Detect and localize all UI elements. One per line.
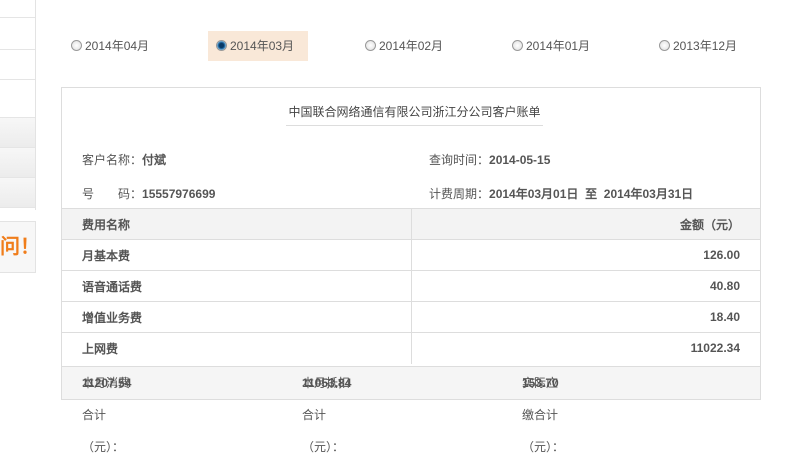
due-label: 实际应缴合计（元）： xyxy=(522,376,565,454)
phone-number: 号 码：15557976699 xyxy=(82,185,215,202)
consume-label: 本月消费合计（元）： xyxy=(82,376,131,454)
header-amount: 金额（元） xyxy=(410,208,760,240)
table-row: 上网费 11022.34 xyxy=(62,332,760,364)
sidebar-item[interactable] xyxy=(0,0,35,18)
month-label: 2014年04月 xyxy=(85,39,150,53)
query-value: 2014-05-15 xyxy=(489,153,551,167)
period-to: 至 xyxy=(585,187,598,201)
totals-bar: 本月消费合计（元）： 11207.54 本月抵扣合计（元）： 11053.84 实际… xyxy=(62,366,760,454)
radio-icon[interactable] xyxy=(365,40,376,51)
customer-name: 客户名称：付斌 xyxy=(82,151,166,168)
month-radio-2014-04[interactable]: 2014年04月 xyxy=(63,31,157,61)
number-label: 号 码： xyxy=(82,187,143,201)
period-label: 计费周期： xyxy=(429,187,490,201)
radio-icon[interactable] xyxy=(512,40,523,51)
sidebar-item[interactable] xyxy=(0,178,35,208)
fee-name: 增值业务费 xyxy=(62,301,411,333)
total-due: 实际应缴合计（元）： 153.70 xyxy=(522,367,564,454)
fee-table: 费用名称 金额（元） 月基本费 126.00 语音通话费 40.80 增值业务费 18.… xyxy=(62,208,760,364)
header-fee-name: 费用名称 xyxy=(62,208,411,240)
month-radio-2013-12[interactable]: 2013年12月 xyxy=(651,31,745,61)
bill-panel: 中国联合网络通信有限公司浙江分公司客户账单 客户名称：付斌 查询时间：2014-… xyxy=(61,87,761,454)
period-start: 2014年03月01日 xyxy=(489,187,579,201)
deduct-label: 本月抵扣合计（元）： xyxy=(302,376,351,454)
radio-icon[interactable] xyxy=(659,40,670,51)
month-label: 2013年12月 xyxy=(673,39,738,53)
customer-value: 付斌 xyxy=(142,153,167,167)
total-consume: 本月消费合计（元）： 11207.54 xyxy=(82,367,131,454)
billing-period: 计费周期：2014年03月01日 至 2014年03月31日 xyxy=(429,185,693,202)
period-end: 2014年03月31日 xyxy=(603,187,694,201)
table-row: 月基本费 126.00 xyxy=(62,239,760,271)
sidebar-item[interactable] xyxy=(0,118,35,148)
customer-label: 客户名称： xyxy=(82,153,143,167)
fee-name: 上网费 xyxy=(62,332,411,364)
query-label: 查询时间： xyxy=(429,153,490,167)
month-radio-2014-01[interactable]: 2014年01月 xyxy=(504,31,598,61)
number-value: 15557976699 xyxy=(142,187,216,201)
bill-title: 中国联合网络通信有限公司浙江分公司客户账单 xyxy=(286,98,543,126)
month-label: 2014年03月 xyxy=(230,39,295,53)
sidebar-notice: 问！ xyxy=(0,221,36,273)
query-time: 查询时间：2014-05-15 xyxy=(429,151,550,168)
fee-amount: 18.40 xyxy=(410,301,760,333)
sidebar-item[interactable] xyxy=(0,148,35,178)
month-label: 2014年02月 xyxy=(379,39,444,53)
fee-amount: 40.80 xyxy=(410,270,760,302)
radio-icon[interactable] xyxy=(71,40,82,51)
sidebar-item[interactable] xyxy=(0,80,35,118)
table-header: 费用名称 金额（元） xyxy=(62,208,760,240)
fee-name: 月基本费 xyxy=(62,239,411,271)
month-selector: 2014年04月 2014年03月 2014年02月 2014年01月 2013… xyxy=(0,31,791,61)
month-radio-2014-03[interactable]: 2014年03月 xyxy=(208,31,308,61)
table-row: 增值业务费 18.40 xyxy=(62,301,760,333)
fee-amount: 11022.34 xyxy=(410,332,760,364)
fee-amount: 126.00 xyxy=(410,239,760,271)
fee-name: 语音通话费 xyxy=(62,270,411,302)
month-label: 2014年01月 xyxy=(526,39,591,53)
month-radio-2014-02[interactable]: 2014年02月 xyxy=(357,31,451,61)
radio-selected-icon[interactable] xyxy=(216,40,227,51)
table-row: 语音通话费 40.80 xyxy=(62,270,760,302)
total-deduct: 本月抵扣合计（元）： 11053.84 xyxy=(302,367,351,454)
